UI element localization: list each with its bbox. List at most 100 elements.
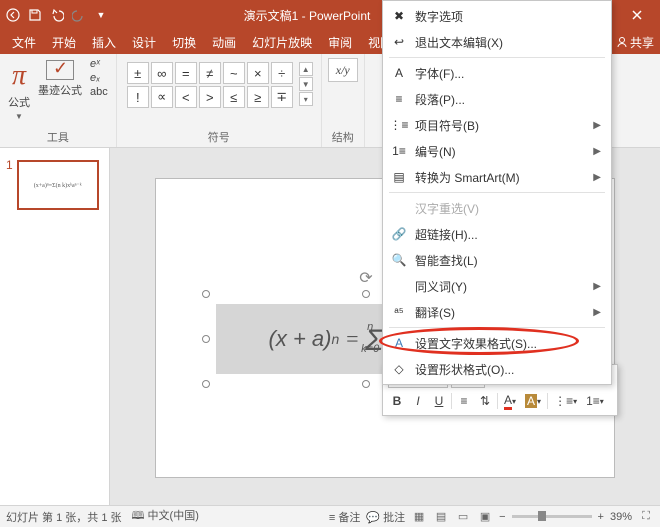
slide-counter[interactable]: 幻灯片 第 1 张，共 1 张 xyxy=(6,509,122,525)
reading-view-icon[interactable]: ▭ xyxy=(455,509,471,525)
symbol-button[interactable]: ÷ xyxy=(271,62,293,84)
line-spacing-button[interactable]: ⇅ xyxy=(476,392,494,410)
menu-font[interactable]: A 字体(F)... xyxy=(383,60,611,86)
paragraph-icon: ≡ xyxy=(391,91,407,107)
lookup-icon: 🔍 xyxy=(391,252,407,268)
slide-thumbnail[interactable]: (x+a)ⁿ=Σ(n k)xᵏaⁿ⁻ᵏ xyxy=(17,160,99,210)
tab-design[interactable]: 设计 xyxy=(124,30,164,55)
menu-smartart[interactable]: ▤ 转换为 SmartArt(M) ▶ xyxy=(383,164,611,190)
submenu-arrow-icon: ▶ xyxy=(593,281,601,292)
menu-synonym[interactable]: 同义词(Y) ▶ xyxy=(383,273,611,299)
menu-paragraph[interactable]: ≡ 段落(P)... xyxy=(383,86,611,112)
menu-translate[interactable]: ᵃ⁵ 翻译(S) ▶ xyxy=(383,299,611,325)
submenu-arrow-icon: ▶ xyxy=(593,307,601,318)
gallery-down-icon[interactable]: ▼ xyxy=(299,77,313,91)
numbering-mini-button[interactable]: 1≡▾ xyxy=(583,392,607,410)
fit-to-window-icon[interactable]: ⛶ xyxy=(638,509,654,525)
gallery-up-icon[interactable]: ▲ xyxy=(299,62,313,76)
smartart-icon: ▤ xyxy=(391,169,407,185)
symbol-button[interactable]: ∓ xyxy=(271,86,293,108)
context-menu: ✖ 数字选项 ↩ 退出文本编辑(X) A 字体(F)... ≡ 段落(P)...… xyxy=(382,0,612,385)
ink-equation-button[interactable]: 墨迹公式 xyxy=(36,58,84,123)
tab-review[interactable]: 审阅 xyxy=(320,30,360,55)
normal-view-icon[interactable]: ▦ xyxy=(411,509,427,525)
save-icon[interactable] xyxy=(28,8,42,22)
symbol-button[interactable]: ! xyxy=(127,86,149,108)
undo-icon[interactable] xyxy=(50,8,64,22)
slideshow-view-icon[interactable]: ▣ xyxy=(477,509,493,525)
share-icon[interactable] xyxy=(616,36,628,48)
symbol-button[interactable]: ≠ xyxy=(199,62,221,84)
zoom-out-button[interactable]: − xyxy=(499,511,505,523)
linear-button[interactable]: eₓ xyxy=(88,72,110,84)
highlight-button[interactable]: A▾ xyxy=(522,392,544,410)
submenu-arrow-icon: ▶ xyxy=(593,172,601,183)
menu-bullets[interactable]: ⋮≡ 项目符号(B) ▶ xyxy=(383,112,611,138)
bullets-mini-button[interactable]: ⋮≡▾ xyxy=(551,392,580,410)
bold-button[interactable]: B xyxy=(388,392,406,410)
share-button[interactable]: 共享 xyxy=(630,34,654,51)
menu-shape-format[interactable]: ◇ 设置形状格式(O)... xyxy=(383,356,611,382)
symbol-button[interactable]: ≤ xyxy=(223,86,245,108)
sorter-view-icon[interactable]: ▤ xyxy=(433,509,449,525)
symbol-button[interactable]: ± xyxy=(127,62,149,84)
submenu-arrow-icon: ▶ xyxy=(593,146,601,157)
symbol-button[interactable]: × xyxy=(247,62,269,84)
symbol-button[interactable]: ∝ xyxy=(151,86,173,108)
italic-button[interactable]: I xyxy=(409,392,427,410)
tab-home[interactable]: 开始 xyxy=(44,30,84,55)
tab-insert[interactable]: 插入 xyxy=(84,30,124,55)
professional-button[interactable]: eˣ xyxy=(88,58,110,70)
handle-sw[interactable] xyxy=(202,380,210,388)
menu-text-effect-format[interactable]: A 设置文字效果格式(S)... xyxy=(383,330,611,356)
rotate-handle-icon[interactable]: ⟳ xyxy=(359,268,372,288)
zoom-slider[interactable] xyxy=(512,515,592,518)
redo-icon[interactable] xyxy=(72,8,86,22)
equation-label: 公式 xyxy=(8,94,30,110)
menu-hyperlink[interactable]: 🔗 超链接(H)... xyxy=(383,221,611,247)
group-tools: π 公式 ▼ 墨迹公式 eˣ eₓ abc 工具 xyxy=(0,54,117,147)
handle-s[interactable] xyxy=(362,380,370,388)
symbol-button[interactable]: > xyxy=(199,86,221,108)
text-effect-icon: A xyxy=(391,335,407,351)
symbol-button[interactable]: ≥ xyxy=(247,86,269,108)
close-icon[interactable] xyxy=(620,3,654,27)
menu-exit-text-edit[interactable]: ↩ 退出文本编辑(X) xyxy=(383,29,611,55)
tab-file[interactable]: 文件 xyxy=(4,30,44,55)
equation-button[interactable]: π 公式 ▼ xyxy=(6,58,32,123)
fraction-button[interactable]: x/y xyxy=(328,58,358,82)
submenu-arrow-icon: ▶ xyxy=(593,120,601,131)
normal-text-button[interactable]: abc xyxy=(88,86,110,98)
tab-transitions[interactable]: 切换 xyxy=(164,30,204,55)
chevron-down-icon: ▼ xyxy=(15,112,23,121)
symbol-button[interactable]: < xyxy=(175,86,197,108)
menu-numbering[interactable]: 1≡ 编号(N) ▶ xyxy=(383,138,611,164)
notes-button[interactable]: ≡ 备注 xyxy=(329,509,360,525)
thumbnail-panel: 1 (x+a)ⁿ=Σ(n k)xᵏaⁿ⁻ᵏ xyxy=(0,148,110,508)
handle-nw[interactable] xyxy=(202,290,210,298)
zoom-level[interactable]: 39% xyxy=(610,511,632,523)
menu-number-options[interactable]: ✖ 数字选项 xyxy=(383,3,611,29)
qat-dropdown-icon[interactable]: ▼ xyxy=(94,8,108,22)
symbol-button[interactable]: ∞ xyxy=(151,62,173,84)
symbol-button[interactable]: ~ xyxy=(223,62,245,84)
symbol-gallery: ±∞=≠~×÷!∝<>≤≥∓ xyxy=(123,58,297,110)
symbol-button[interactable]: = xyxy=(175,62,197,84)
align-button[interactable]: ≡ xyxy=(455,392,473,410)
group-symbols: ±∞=≠~×÷!∝<>≤≥∓ ▲ ▼ ▾ 符号 xyxy=(117,54,322,147)
zoom-in-button[interactable]: + xyxy=(598,511,604,523)
underline-button[interactable]: U xyxy=(430,392,448,410)
language-indicator[interactable]: 🕮 中文(中国) xyxy=(132,507,199,526)
back-icon[interactable] xyxy=(6,8,20,22)
menu-smart-lookup[interactable]: 🔍 智能查找(L) xyxy=(383,247,611,273)
font-color-button[interactable]: A▾ xyxy=(501,392,519,410)
tab-slideshow[interactable]: 幻灯片放映 xyxy=(244,30,320,55)
handle-w[interactable] xyxy=(202,335,210,343)
shape-format-icon: ◇ xyxy=(391,361,407,377)
gallery-more-icon[interactable]: ▾ xyxy=(299,92,313,106)
handle-n[interactable] xyxy=(362,290,370,298)
numbering-icon: 1≡ xyxy=(391,143,407,159)
tab-animations[interactable]: 动画 xyxy=(204,30,244,55)
font-icon: A xyxy=(391,65,407,81)
comments-button[interactable]: 💬 批注 xyxy=(366,509,405,525)
